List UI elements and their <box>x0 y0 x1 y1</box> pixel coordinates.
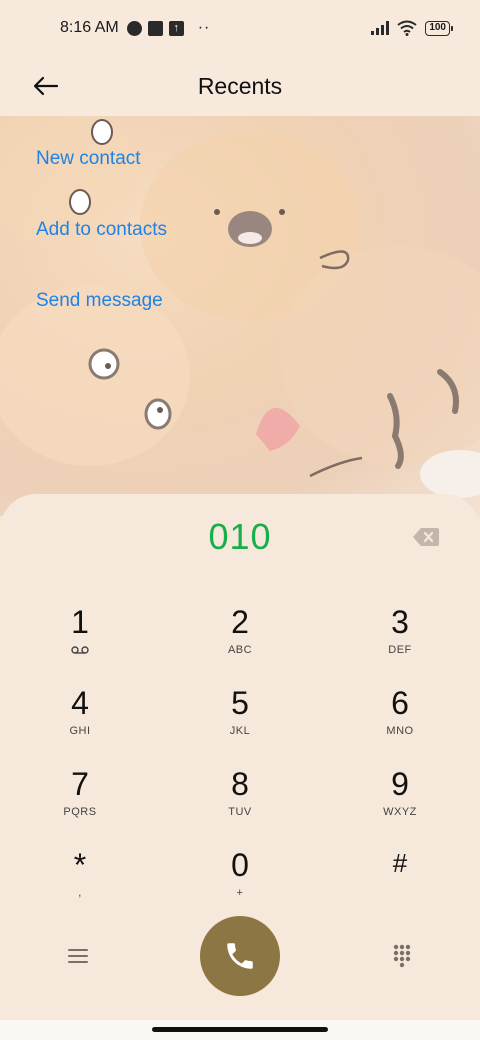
add-to-contacts-link[interactable]: Add to contacts <box>36 219 167 241</box>
key-digit: 2 <box>231 604 249 640</box>
key-9[interactable]: 9 WXYZ <box>340 766 460 836</box>
key-letters: MNO <box>386 725 414 737</box>
page-title: Recents <box>197 72 283 99</box>
key-digit: 6 <box>391 685 409 721</box>
key-1[interactable]: 1 <box>20 604 140 674</box>
key-letters: PQRS <box>63 806 97 818</box>
call-button[interactable] <box>200 916 280 996</box>
top-app-bar: Recents <box>0 56 480 116</box>
dialer-panel: 010 1 2 ABC 3 DEF 4 GHI 5 JKL 6 MNO 7 PQ… <box>0 494 480 1020</box>
key-digit: 0 <box>231 847 249 883</box>
key-letters: + <box>236 887 244 899</box>
dialpad-icon <box>393 944 411 968</box>
key-0[interactable]: 0 + <box>180 847 300 917</box>
key-digit: 9 <box>391 766 409 802</box>
dialpad-toggle-button[interactable] <box>388 942 416 970</box>
key-3[interactable]: 3 DEF <box>340 604 460 674</box>
key-letters: ABC <box>227 644 253 656</box>
menu-button[interactable] <box>62 944 94 968</box>
key-digit: 5 <box>231 685 249 721</box>
key-letters: , <box>78 887 82 899</box>
key-digit: * <box>73 847 87 883</box>
key-star[interactable]: * , <box>20 847 140 917</box>
back-button[interactable] <box>26 66 66 106</box>
signal-icon <box>371 21 390 35</box>
home-indicator[interactable] <box>152 1027 328 1032</box>
menu-icon <box>68 949 88 963</box>
upload-icon: ↑ <box>168 20 184 36</box>
key-6[interactable]: 6 MNO <box>340 685 460 755</box>
backspace-icon <box>413 528 439 546</box>
status-bar: 8:16 AM ↑ ·· 100 <box>0 0 480 56</box>
voicemail-icon <box>71 646 89 654</box>
key-4[interactable]: 4 GHI <box>20 685 140 755</box>
backspace-button[interactable] <box>412 526 440 548</box>
key-letters: DEF <box>388 644 412 656</box>
key-letters: TUV <box>228 806 252 818</box>
key-8[interactable]: 8 TUV <box>180 766 300 836</box>
key-5[interactable]: 5 JKL <box>180 685 300 755</box>
battery-icon: 100 <box>425 20 453 36</box>
key-2[interactable]: 2 ABC <box>180 604 300 674</box>
kitten-illustration <box>0 116 480 498</box>
key-hash[interactable]: # <box>340 847 460 917</box>
key-letters: GHI <box>69 725 91 737</box>
more-notifications-icon: ·· <box>197 19 211 36</box>
send-message-link[interactable]: Send message <box>36 290 163 312</box>
key-digit: 1 <box>71 604 89 640</box>
key-letters: JKL <box>229 725 251 737</box>
key-digit: 8 <box>231 766 249 802</box>
key-digit: 7 <box>71 766 89 802</box>
wifi-icon <box>397 20 417 36</box>
key-digit: # <box>392 848 408 878</box>
wallpaper-background: New contact Add to contacts Send message <box>0 116 480 516</box>
dialed-number: 010 <box>208 516 272 557</box>
key-digit: 4 <box>71 685 89 721</box>
arrow-left-icon <box>33 76 59 96</box>
dialer-bottom-bar <box>0 916 480 996</box>
notification-circle-icon <box>126 20 142 36</box>
square-app-icon <box>147 20 163 36</box>
key-7[interactable]: 7 PQRS <box>20 766 140 836</box>
status-time: 8:16 AM <box>60 19 119 36</box>
key-digit: 3 <box>391 604 409 640</box>
phone-icon <box>227 943 253 969</box>
key-letters: WXYZ <box>383 806 417 818</box>
new-contact-link[interactable]: New contact <box>36 148 141 170</box>
